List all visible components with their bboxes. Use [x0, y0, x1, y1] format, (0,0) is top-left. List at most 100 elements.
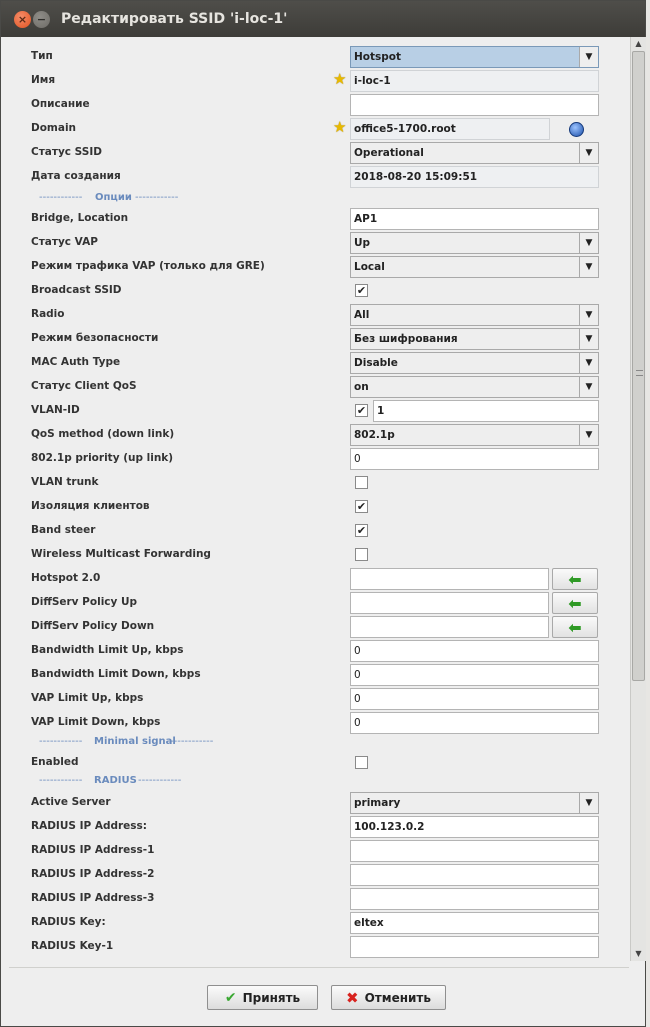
статус-ssid-select[interactable]: Operational ▼	[350, 142, 599, 164]
vlan-id-checkbox[interactable]: ✔	[355, 404, 368, 417]
globe-icon[interactable]	[569, 122, 584, 137]
статус-client-qos-select[interactable]: on ▼	[350, 376, 599, 398]
radius-ip-address-2-field[interactable]	[350, 864, 599, 886]
описание-field[interactable]	[350, 94, 599, 116]
field-label: Дата создания	[31, 170, 121, 182]
field-label: 802.1p priority (up link)	[31, 452, 174, 464]
diffserv-policy-up-field[interactable]	[350, 592, 549, 614]
chevron-down-icon[interactable]: ▼	[579, 377, 598, 397]
chevron-down-icon[interactable]: ▼	[579, 329, 598, 349]
form-row-diffserv-policy-down: DiffServ Policy Down ⬅	[9, 615, 629, 639]
form-panel: Тип Hotspot ▼ Имя i-loc-1 ★ Описание Domain offi…	[9, 37, 629, 961]
dialog-footer: ✔ Принять ✖ Отменить	[9, 967, 629, 1023]
radius-ip-address-3-field[interactable]	[350, 888, 599, 910]
form-row-статус-vap: Статус VAP Up ▼	[9, 231, 629, 255]
select-value: Local	[354, 261, 385, 273]
chevron-down-icon[interactable]: ▼	[579, 257, 598, 277]
broadcast-ssid-checkbox[interactable]: ✔	[355, 284, 368, 297]
scroll-down-icon[interactable]: ▼	[631, 947, 646, 961]
field-label: Band steer	[31, 524, 96, 536]
form-row-radius-ip-address-2: RADIUS IP Address-2	[9, 863, 629, 887]
star-icon: ★	[333, 118, 347, 136]
form-row-enabled: Enabled	[9, 751, 629, 775]
minimize-window-button[interactable]: −	[33, 11, 50, 28]
radius-ip-address-field[interactable]: 100.123.0.2	[350, 816, 599, 838]
field-label: Статус VAP	[31, 236, 98, 248]
cancel-x-icon: ✖	[346, 988, 359, 1007]
form-row-режим-безопасности: Режим безопасности Без шифрования ▼	[9, 327, 629, 351]
wireless-multicast-forwarding-checkbox[interactable]	[355, 548, 368, 561]
select-value: Hotspot	[354, 51, 402, 63]
close-window-button[interactable]: ×	[14, 11, 31, 28]
diffserv-policy-down-field[interactable]	[350, 616, 549, 638]
vlan-trunk-checkbox[interactable]	[355, 476, 368, 489]
режим-трафика-vap-только-для-gre-select[interactable]: Local ▼	[350, 256, 599, 278]
тип-select[interactable]: Hotspot ▼	[350, 46, 599, 68]
left-arrow-button[interactable]: ⬅	[552, 616, 598, 638]
section-divider: ------------	[170, 736, 214, 747]
field-label: VAP Limit Up, kbps	[31, 692, 144, 704]
radius-key-field[interactable]: eltex	[350, 912, 599, 934]
select-value: on	[354, 381, 369, 393]
section-divider: ------------	[39, 775, 83, 786]
field-label: Hotspot 2.0	[31, 572, 101, 584]
bandwidth-limit-up-kbps-field[interactable]: 0	[350, 640, 599, 662]
дата-создания-field: 2018-08-20 15:09:51	[350, 166, 599, 188]
802-1p-priority-up-link-field[interactable]: 0	[350, 448, 599, 470]
form-row-режим-трафика-vap-только-для-gre: Режим трафика VAP (только для GRE) Local ▼	[9, 255, 629, 279]
chevron-down-icon[interactable]: ▼	[579, 305, 598, 325]
form-row-qos-method-down-link: QoS method (down link) 802.1p ▼	[9, 423, 629, 447]
form-row-статус-ssid: Статус SSID Operational ▼	[9, 141, 629, 165]
vap-limit-up-kbps-field[interactable]: 0	[350, 688, 599, 710]
form-row-vap-limit-up-kbps: VAP Limit Up, kbps 0	[9, 687, 629, 711]
form-row-bandwidth-limit-down-kbps: Bandwidth Limit Down, kbps 0	[9, 663, 629, 687]
режим-безопасности-select[interactable]: Без шифрования ▼	[350, 328, 599, 350]
band-steer-checkbox[interactable]: ✔	[355, 524, 368, 537]
radius-ip-address-1-field[interactable]	[350, 840, 599, 862]
chevron-down-icon[interactable]: ▼	[579, 793, 598, 813]
enabled-checkbox[interactable]	[355, 756, 368, 769]
field-label: RADIUS IP Address-1	[31, 844, 155, 856]
mac-auth-type-select[interactable]: Disable ▼	[350, 352, 599, 374]
form-row-изоляция-клиентов: Изоляция клиентов ✔	[9, 495, 629, 519]
section-header-radius: ------------ RADIUS ------------	[9, 775, 629, 789]
статус-vap-select[interactable]: Up ▼	[350, 232, 599, 254]
active-server-select[interactable]: primary ▼	[350, 792, 599, 814]
chevron-down-icon[interactable]: ▼	[579, 425, 598, 445]
изоляция-клиентов-checkbox[interactable]: ✔	[355, 500, 368, 513]
cancel-button[interactable]: ✖ Отменить	[331, 985, 446, 1010]
field-label: RADIUS Key-1	[31, 940, 114, 952]
vertical-scrollbar[interactable]: ▲ ▼	[630, 37, 646, 961]
chevron-down-icon[interactable]: ▼	[579, 353, 598, 373]
field-label: RADIUS Key:	[31, 916, 106, 928]
cancel-button-label: Отменить	[364, 990, 431, 1005]
field-label: Режим трафика VAP (только для GRE)	[31, 260, 265, 272]
field-label: DiffServ Policy Down	[31, 620, 155, 632]
scroll-up-icon[interactable]: ▲	[631, 37, 646, 51]
left-arrow-icon: ⬅	[568, 617, 582, 637]
form-row-vlan-trunk: VLAN trunk	[9, 471, 629, 495]
chevron-down-icon[interactable]: ▼	[579, 233, 598, 253]
form-row-broadcast-ssid: Broadcast SSID ✔	[9, 279, 629, 303]
form-row-802-1p-priority-up-link: 802.1p priority (up link) 0	[9, 447, 629, 471]
left-arrow-button[interactable]: ⬅	[552, 568, 598, 590]
select-value: 802.1p	[354, 429, 395, 441]
field-label: Broadcast SSID	[31, 284, 122, 296]
bandwidth-limit-down-kbps-field[interactable]: 0	[350, 664, 599, 686]
scroll-thumb[interactable]	[632, 51, 645, 681]
radio-select[interactable]: All ▼	[350, 304, 599, 326]
select-value: Без шифрования	[354, 333, 458, 345]
hotspot-2-0-field[interactable]	[350, 568, 549, 590]
accept-button[interactable]: ✔ Принять	[207, 985, 318, 1010]
qos-method-down-link-select[interactable]: 802.1p ▼	[350, 424, 599, 446]
form-row-hotspot-2-0: Hotspot 2.0 ⬅	[9, 567, 629, 591]
field-label: Domain	[31, 122, 77, 134]
vlan-id-field[interactable]: 1	[373, 400, 599, 422]
edit-ssid-dialog: × − Редактировать SSID 'i-loc-1' Тип Hots…	[0, 0, 646, 1027]
chevron-down-icon[interactable]: ▼	[579, 143, 598, 163]
left-arrow-button[interactable]: ⬅	[552, 592, 598, 614]
vap-limit-down-kbps-field[interactable]: 0	[350, 712, 599, 734]
bridge-location-field[interactable]: AP1	[350, 208, 599, 230]
radius-key-1-field[interactable]	[350, 936, 599, 958]
chevron-down-icon[interactable]: ▼	[579, 47, 598, 67]
